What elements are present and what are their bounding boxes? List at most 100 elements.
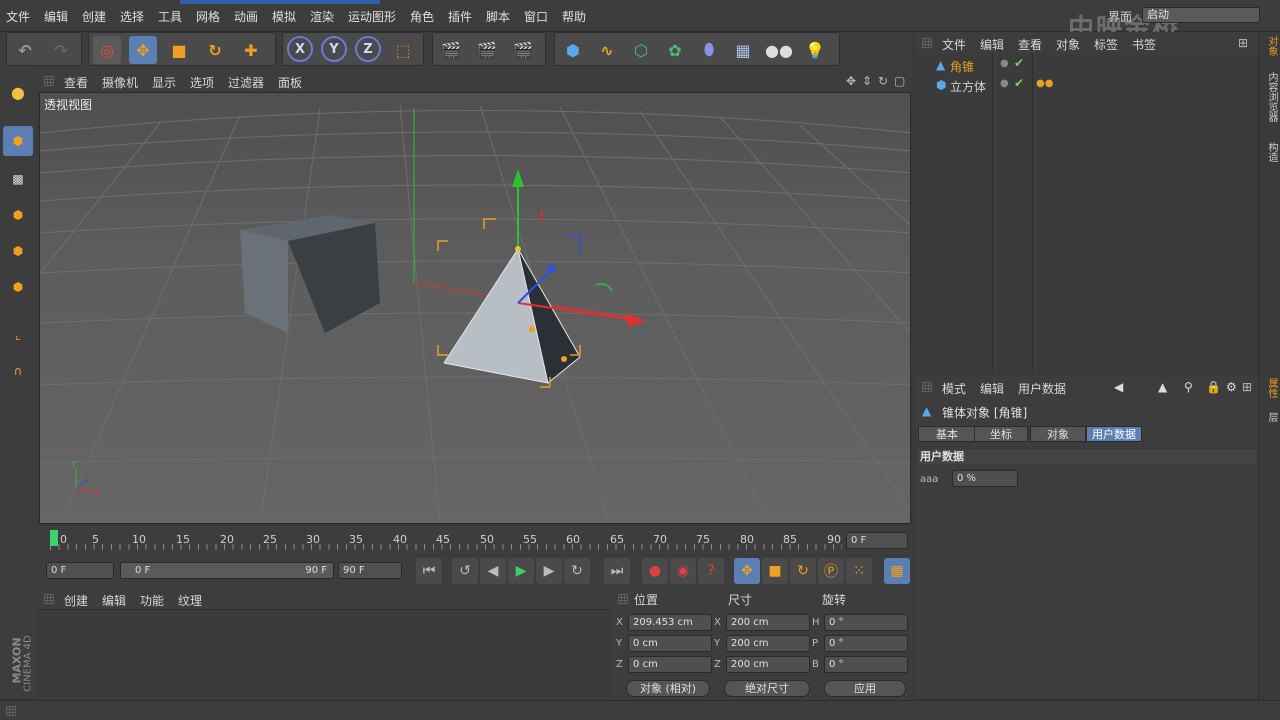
key-pla-icon[interactable]: ⁙ bbox=[846, 558, 872, 584]
menu-create[interactable]: 创建 bbox=[82, 8, 106, 25]
end-frame-field[interactable]: 90 F bbox=[338, 562, 402, 579]
array-icon[interactable]: ✿ bbox=[661, 36, 689, 64]
render-view-icon[interactable]: 🎬 bbox=[437, 36, 465, 64]
tab-object[interactable]: 对象 bbox=[1030, 426, 1086, 442]
coord-mode-dropdown[interactable]: 对象 (相对) bbox=[626, 680, 710, 697]
object-menu-edit[interactable]: 编辑 bbox=[980, 36, 1004, 53]
menu-edit[interactable]: 编辑 bbox=[44, 8, 68, 25]
light-icon[interactable]: 💡 bbox=[801, 36, 829, 64]
visibility-dot-icon[interactable]: ● bbox=[1000, 78, 1009, 89]
prev-frame-icon[interactable]: ◀ bbox=[480, 558, 506, 584]
size-z-field[interactable]: 200 cm bbox=[726, 656, 810, 673]
start-frame-field[interactable]: 0 F bbox=[46, 562, 114, 579]
prev-key-icon[interactable]: ↺ bbox=[452, 558, 478, 584]
current-frame-field[interactable]: 0 F bbox=[846, 532, 908, 549]
menu-script[interactable]: 脚本 bbox=[486, 8, 510, 25]
attr-menu-userdata[interactable]: 用户数据 bbox=[1018, 380, 1066, 397]
spline-icon[interactable]: ∿ bbox=[593, 36, 621, 64]
make-editable-icon[interactable]: ⬤ bbox=[3, 78, 33, 108]
menu-animate[interactable]: 动画 bbox=[234, 8, 258, 25]
undo-icon[interactable]: ↶ bbox=[11, 36, 39, 64]
cube-icon[interactable]: ⬢ bbox=[559, 36, 587, 64]
play-icon[interactable]: ▶ bbox=[508, 558, 534, 584]
side-tab-objects[interactable]: 对象 bbox=[1261, 36, 1279, 56]
side-tab-structure[interactable]: 构造 bbox=[1261, 142, 1279, 162]
menu-window[interactable]: 窗口 bbox=[524, 8, 548, 25]
deformer-icon[interactable]: ⬮ bbox=[695, 36, 723, 64]
z-axis-icon[interactable]: Z bbox=[355, 36, 381, 62]
menu-mograph[interactable]: 运动图形 bbox=[348, 8, 396, 25]
viewport-menu-display[interactable]: 显示 bbox=[152, 74, 176, 91]
scale-icon[interactable]: ■ bbox=[165, 36, 193, 64]
gizmo-z-handle[interactable] bbox=[548, 265, 555, 272]
object-menu-tags[interactable]: 标签 bbox=[1094, 36, 1118, 53]
render-picture-viewer-icon[interactable]: 🎬 bbox=[473, 36, 501, 64]
polygons-mode-icon[interactable]: ⬢ bbox=[3, 272, 33, 302]
attr-menu-edit[interactable]: 编辑 bbox=[980, 380, 1004, 397]
camera-icon[interactable]: ●● bbox=[765, 36, 793, 64]
object-menu-bookmarks[interactable]: 书签 bbox=[1132, 36, 1156, 53]
panel-maximize-icon[interactable]: ⊞ bbox=[1238, 36, 1248, 50]
object-menu-view[interactable]: 查看 bbox=[1018, 36, 1042, 53]
object-row[interactable]: ▲ 角锥 ● ✔ bbox=[916, 56, 1256, 74]
menu-plugins[interactable]: 插件 bbox=[448, 8, 472, 25]
viewport-menu-filter[interactable]: 过滤器 bbox=[228, 74, 264, 91]
viewport-menu-options[interactable]: 选项 bbox=[190, 74, 214, 91]
tag-icon[interactable]: ●● bbox=[1036, 78, 1053, 89]
menu-tools[interactable]: 工具 bbox=[158, 8, 182, 25]
timeline[interactable]: 0 5 10 15 20 25 30 35 40 45 50 55 60 65 … bbox=[38, 526, 912, 554]
key-rotation-icon[interactable]: ↻ bbox=[790, 558, 816, 584]
key-help-icon[interactable]: ? bbox=[698, 558, 724, 584]
corner-handle[interactable] bbox=[561, 356, 567, 362]
userdata-percent-field[interactable]: 0 % bbox=[952, 470, 1018, 487]
panel-maximize-icon[interactable]: ⊞ bbox=[1242, 380, 1252, 394]
rotation-p-field[interactable]: 0 ° bbox=[824, 635, 908, 652]
tab-coordinates[interactable]: 坐标 bbox=[974, 426, 1028, 442]
back-arrow-icon[interactable]: ◀ bbox=[1114, 380, 1123, 394]
goto-start-icon[interactable]: ⏮ bbox=[416, 558, 442, 584]
next-key-icon[interactable]: ↻ bbox=[564, 558, 590, 584]
position-y-field[interactable]: 0 cm bbox=[628, 635, 712, 652]
texture-mode-icon[interactable]: ▩ bbox=[3, 164, 33, 194]
menu-select[interactable]: 选择 bbox=[120, 8, 144, 25]
apply-button[interactable]: 应用 bbox=[824, 680, 906, 697]
live-select-icon[interactable]: ◎ bbox=[93, 36, 121, 64]
axis-mode-icon[interactable]: ⌞ bbox=[3, 320, 33, 350]
nurbs-icon[interactable]: ⬡ bbox=[627, 36, 655, 64]
record-icon[interactable]: ● bbox=[642, 558, 668, 584]
size-mode-dropdown[interactable]: 绝对尺寸 bbox=[724, 680, 810, 697]
lock-icon[interactable]: 🔒 bbox=[1206, 380, 1221, 394]
layout-select[interactable]: 启动 bbox=[1142, 7, 1260, 23]
viewport-menu-panel[interactable]: 面板 bbox=[278, 74, 302, 91]
side-tab-content-browser[interactable]: 内容浏览器 bbox=[1261, 72, 1279, 122]
viewport-rotate-icon[interactable]: ↻ bbox=[878, 74, 888, 88]
redo-icon[interactable]: ↷ bbox=[47, 36, 75, 64]
render-settings-icon[interactable]: 🎬 bbox=[509, 36, 537, 64]
enabled-check-icon[interactable]: ✔ bbox=[1014, 56, 1024, 70]
key-param-icon[interactable]: Ⓟ bbox=[818, 558, 844, 584]
material-menu-edit[interactable]: 编辑 bbox=[102, 592, 126, 609]
menu-mesh[interactable]: 网格 bbox=[196, 8, 220, 25]
rotate-icon[interactable]: ↻ bbox=[201, 36, 229, 64]
position-x-field[interactable]: 209.453 cm bbox=[628, 614, 712, 631]
object-menu-objects[interactable]: 对象 bbox=[1056, 36, 1080, 53]
timeline-scheme-icon[interactable]: ▦ bbox=[884, 558, 910, 584]
visibility-dot-icon[interactable]: ● bbox=[1000, 58, 1009, 69]
viewport-menu-camera[interactable]: 摄像机 bbox=[102, 74, 138, 91]
position-z-field[interactable]: 0 cm bbox=[628, 656, 712, 673]
menu-file[interactable]: 文件 bbox=[6, 8, 30, 25]
x-axis-icon[interactable]: X bbox=[287, 36, 313, 62]
menu-character[interactable]: 角色 bbox=[410, 8, 434, 25]
snap-icon[interactable]: ∩ bbox=[3, 356, 33, 386]
frame-range-slider[interactable]: 0 F 90 F bbox=[120, 562, 334, 579]
y-axis-icon[interactable]: Y bbox=[321, 36, 347, 62]
auto-key-icon[interactable]: ◉ bbox=[670, 558, 696, 584]
menu-render[interactable]: 渲染 bbox=[310, 8, 334, 25]
up-arrow-icon[interactable]: ▲ bbox=[1158, 380, 1167, 394]
viewport-maximize-icon[interactable]: ▢ bbox=[894, 74, 905, 88]
rotation-h-field[interactable]: 0 ° bbox=[824, 614, 908, 631]
key-position-icon[interactable]: ✥ bbox=[734, 558, 760, 584]
attr-menu-mode[interactable]: 模式 bbox=[942, 380, 966, 397]
object-row[interactable]: ⬢ 立方体 ● ✔ ●● bbox=[916, 76, 1256, 94]
menu-help[interactable]: 帮助 bbox=[562, 8, 586, 25]
